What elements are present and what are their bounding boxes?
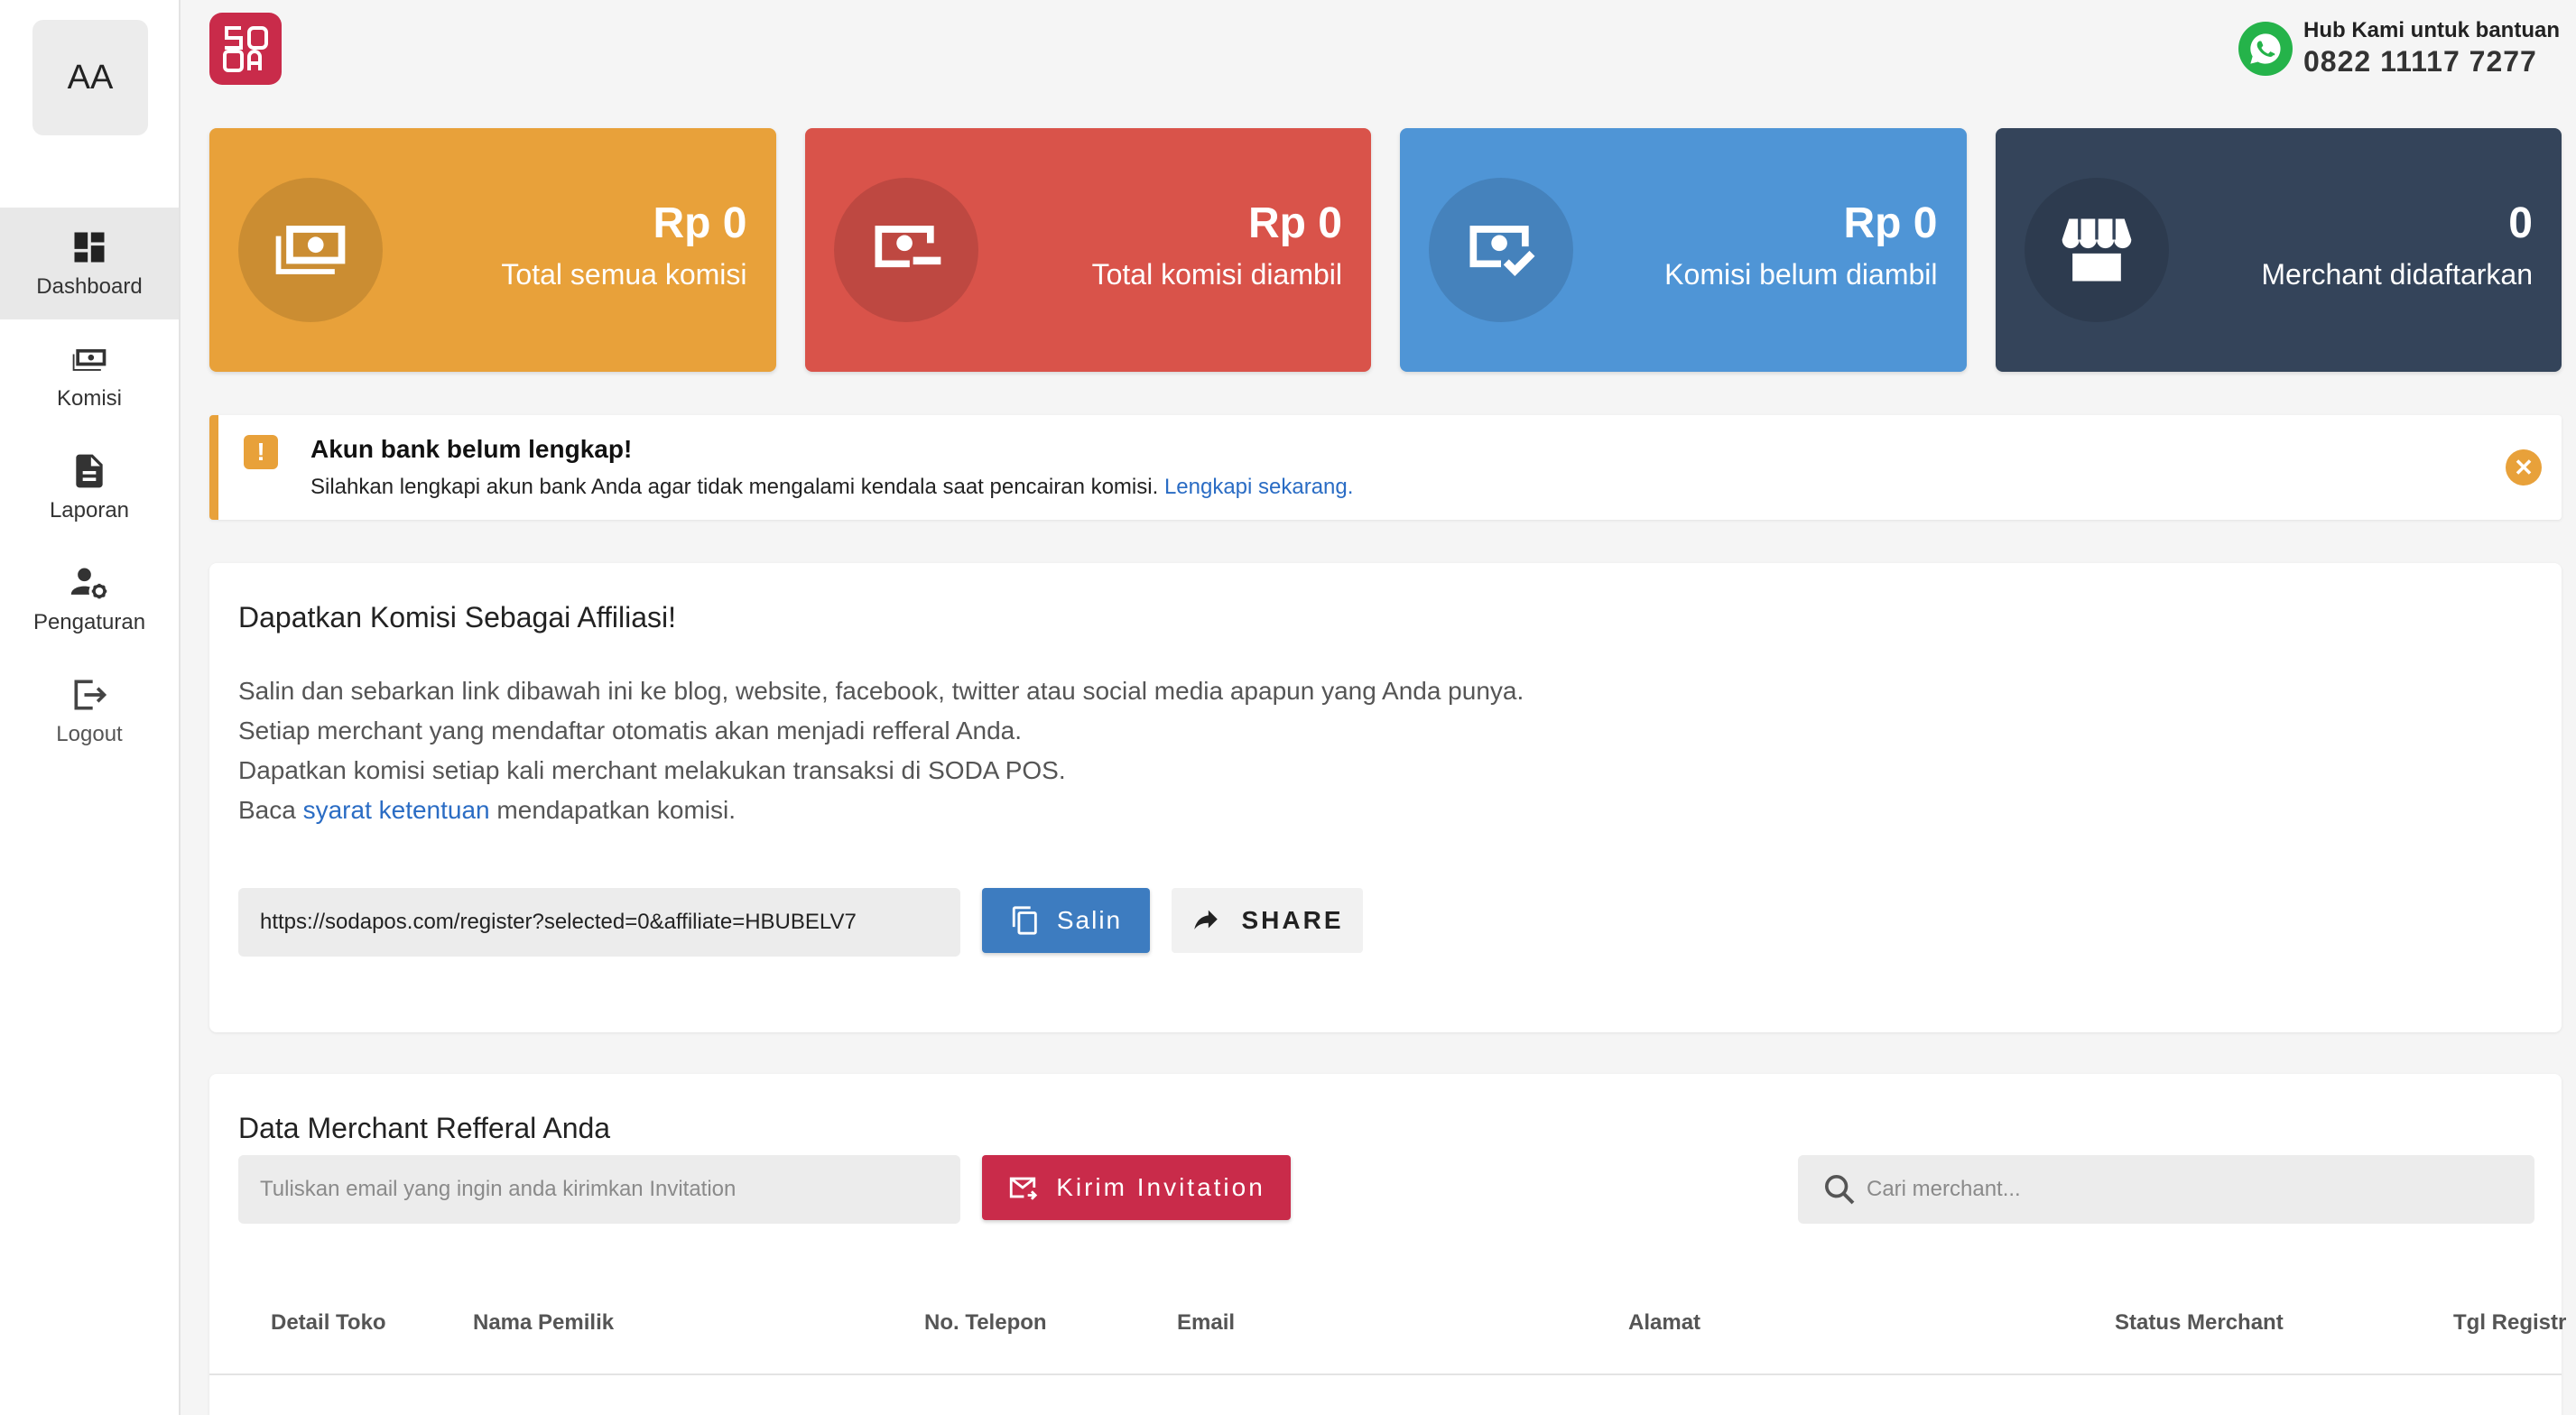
sidebar-nav: Dashboard Komisi Laporan Pengaturan Logo… [0,208,179,767]
invite-email-input[interactable] [238,1155,960,1224]
money-check-icon [1429,178,1573,322]
stat-label: Merchant didaftarkan [2261,258,2533,291]
sidebar-item-laporan[interactable]: Laporan [0,431,179,543]
send-invitation-label: Kirim Invitation [1056,1173,1265,1201]
merchant-referral-panel: Data Merchant Refferal Anda Kirim Invita… [209,1074,2566,1415]
copy-button[interactable]: Salin [982,888,1150,953]
share-arrow-icon [1194,910,1219,929]
dashboard-icon [74,232,105,263]
merchant-panel-title: Data Merchant Refferal Anda [238,1112,611,1144]
stat-card-merchant-didaftarkan: 0 Merchant didaftarkan [1995,128,2562,372]
stat-label: Total semua komisi [501,258,747,291]
sidebar-item-label: Logout [56,722,123,746]
sidebar-item-label: Dashboard [36,274,143,299]
alert-title: Akun bank belum lengkap! [310,435,633,463]
help-phone: 0822 11117 7277 [2303,45,2537,78]
affiliate-line: Baca syarat ketentuan mendapatkan komisi… [238,791,1524,830]
app-logo[interactable] [209,13,282,85]
sidebar-item-logout[interactable]: Logout [0,655,179,767]
column-header[interactable]: No. Telepon [924,1310,1047,1336]
stat-label: Komisi belum diambil [1664,258,1938,291]
money-icon [72,349,107,371]
search-icon [1825,1175,1855,1205]
sidebar-item-komisi[interactable]: Komisi [0,319,179,431]
mail-send-icon [1010,1177,1038,1200]
column-header[interactable]: Nama Pemilik [473,1310,614,1336]
document-icon [76,454,103,488]
complete-now-link[interactable]: Lengkapi sekarang. [1164,475,1353,499]
affiliate-line-text: Baca [238,796,296,824]
affiliate-line-text: mendapatkan komisi. [496,796,736,824]
sidebar: AA Dashboard Komisi Laporan Pengaturan L… [0,0,181,1415]
soda-logo-icon [223,26,268,72]
stat-card-komisi-belum-diambil: Rp 0 Komisi belum diambil [1400,128,1967,372]
sidebar-item-label: Komisi [56,386,122,411]
share-button-label: SHARE [1241,906,1344,934]
send-invitation-button[interactable]: Kirim Invitation [982,1155,1291,1220]
table-header: Detail Toko Nama Pemilik No. Telepon Ema… [209,1310,2566,1375]
alert-message: Silahkan lengkapi akun bank Anda agar ti… [310,475,1353,500]
alert-message-text: Silahkan lengkapi akun bank Anda agar ti… [310,475,1159,499]
close-icon[interactable]: ✕ [2506,449,2542,486]
stat-value: 0 [2508,199,2533,247]
sidebar-item-dashboard[interactable]: Dashboard [0,208,179,319]
affiliate-description: Salin dan sebarkan link dibawah ini ke b… [238,671,1524,830]
merchant-search[interactable] [1798,1155,2534,1224]
affiliate-title: Dapatkan Komisi Sebagai Affiliasi! [238,601,677,634]
stat-value: Rp 0 [653,199,747,247]
store-icon [2024,178,2169,322]
stat-value: Rp 0 [1247,199,1342,247]
column-header[interactable]: Status Merchant [2115,1310,2284,1336]
stat-card-total-komisi: Rp 0 Total semua komisi [209,128,776,372]
avatar[interactable]: AA [32,20,148,135]
warning-icon: ! [244,435,278,469]
column-header[interactable]: Email [1177,1310,1235,1336]
bank-account-alert: ! Akun bank belum lengkap! Silahkan leng… [209,415,2562,520]
stat-card-komisi-diambil: Rp 0 Total komisi diambil [804,128,1371,372]
stat-label: Total komisi diambil [1091,258,1342,291]
affiliate-line: Salin dan sebarkan link dibawah ini ke b… [238,677,1524,705]
sidebar-item-pengaturan[interactable]: Pengaturan [0,543,179,655]
sidebar-item-label: Laporan [49,498,130,523]
help-label: Hub Kami untuk bantuan [2303,18,2560,42]
share-button[interactable]: SHARE [1172,888,1363,953]
user-settings-icon [70,568,107,599]
logout-icon [74,680,107,710]
stat-value: Rp 0 [1843,199,1938,247]
affiliate-panel: Dapatkan Komisi Sebagai Affiliasi! Salin… [209,563,2562,1032]
copy-icon [1012,906,1037,935]
terms-link[interactable]: syarat ketentuan [303,796,490,824]
stat-cards: Rp 0 Total semua komisi Rp 0 Total komis… [209,128,2562,372]
column-header[interactable]: Alamat [1628,1310,1700,1336]
column-header[interactable]: Detail Toko [271,1310,386,1336]
copy-button-label: Salin [1056,906,1123,934]
help-text: Hub Kami untuk bantuan 0822 11117 7277 [2303,18,2560,79]
sidebar-item-label: Pengaturan [32,610,146,634]
affiliate-line: Dapatkan komisi setiap kali merchant mel… [238,756,1066,784]
affiliate-link-field[interactable] [238,888,960,957]
money-stack-icon [238,178,383,322]
money-minus-icon [833,178,978,322]
whatsapp-icon [2238,21,2293,76]
help-contact[interactable]: Hub Kami untuk bantuan 0822 11117 7277 [2238,18,2560,79]
column-header[interactable]: Tgl Registr [2453,1310,2566,1336]
search-input[interactable] [1867,1155,2516,1224]
affiliate-line: Setiap merchant yang mendaftar otomatis … [238,717,1022,744]
